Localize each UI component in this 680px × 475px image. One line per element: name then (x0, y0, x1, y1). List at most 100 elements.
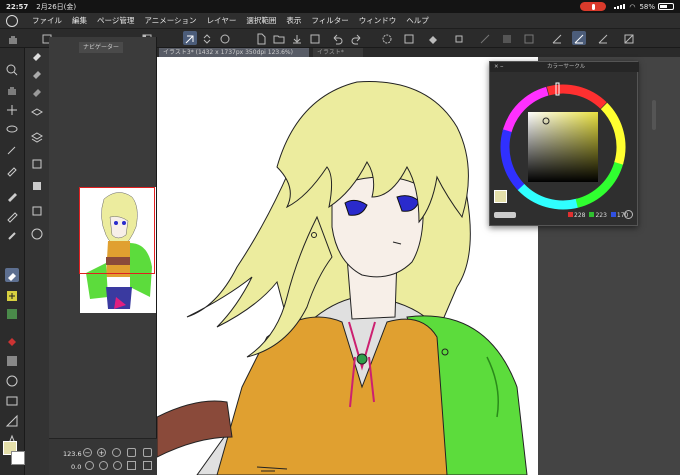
color-set-icon[interactable] (218, 31, 232, 45)
new-file-icon[interactable] (254, 31, 268, 45)
fill-bucket-icon[interactable] (5, 333, 19, 347)
snap-eraser-icon[interactable] (30, 178, 44, 192)
selection-clear-icon[interactable] (522, 31, 536, 45)
tab-document-active[interactable]: イラスト3* (1432 x 1737px 350dpi 123.6%) (159, 48, 309, 57)
menu-layer[interactable]: レイヤー (207, 15, 237, 26)
microphone-indicator (580, 2, 607, 11)
navigator-tab[interactable]: ナビゲーター (79, 42, 124, 53)
eraser-rough-icon[interactable] (30, 84, 44, 98)
reset-rotation-icon[interactable] (113, 461, 122, 470)
menu-filter[interactable]: フィルター (311, 15, 348, 26)
gradient-tool-icon[interactable] (5, 353, 19, 367)
transform-icon[interactable] (452, 31, 466, 45)
redo-icon[interactable] (350, 31, 364, 45)
invert-selection-icon[interactable] (500, 31, 514, 45)
app-logo-icon[interactable] (6, 14, 18, 27)
move-icon[interactable] (5, 102, 19, 116)
color-circle-panel: ✕ ⎯ カラーサークル 228 223 170 (489, 61, 639, 226)
navigator-controls: 123.6 − + 0.0 (49, 438, 157, 475)
pen-icon[interactable] (5, 188, 19, 202)
special-ruler-icon[interactable] (572, 31, 586, 45)
menu-animation[interactable]: アニメーション (144, 15, 196, 26)
panel-main-color[interactable] (494, 190, 507, 203)
sub-color-swatch[interactable] (11, 451, 25, 465)
signal-icon (614, 4, 626, 9)
open-folder-icon[interactable] (272, 31, 286, 45)
menu-page[interactable]: ページ管理 (97, 15, 134, 26)
fill-icon[interactable] (426, 31, 440, 45)
ios-status-bar: 22:57 2月26日(金) ◠ 58% (0, 0, 680, 13)
color-mode-icons[interactable] (494, 212, 516, 218)
panel-scrollbar[interactable] (652, 100, 656, 130)
magic-wand-icon[interactable] (5, 142, 19, 156)
red-value: 228 (574, 212, 586, 219)
panel-settings-icon[interactable] (624, 210, 633, 219)
menu-edit[interactable]: 編集 (72, 15, 87, 26)
menu-selection[interactable]: 選択範囲 (246, 15, 276, 26)
quick-access-icon[interactable] (183, 31, 197, 45)
undo-icon[interactable] (330, 31, 344, 45)
status-date: 2月26日(金) (36, 2, 77, 11)
chevron-updown-icon[interactable] (200, 31, 214, 45)
navigator-panel: ナビゲーター 123.6 − + 0.0 (49, 37, 157, 475)
navigator-view-frame[interactable] (79, 187, 155, 274)
hue-ring[interactable] (490, 72, 639, 222)
frame-icon[interactable] (5, 393, 19, 407)
eraser-hard-icon[interactable] (30, 48, 44, 62)
settings-icon[interactable] (622, 31, 636, 45)
flip-horizontal-icon[interactable] (127, 461, 136, 470)
fit-window-icon[interactable] (143, 448, 152, 457)
figure-tool-icon[interactable] (5, 288, 19, 302)
brush-icon[interactable] (5, 228, 19, 242)
ruler-snap-icon[interactable] (550, 31, 564, 45)
clear-layer-icon[interactable] (402, 31, 416, 45)
tool-palette (0, 48, 25, 475)
zoom-in-button[interactable]: + (97, 448, 106, 457)
layer-eraser-icon[interactable] (30, 106, 44, 120)
hand-icon[interactable] (6, 31, 20, 45)
zoom-out-button[interactable]: − (83, 448, 92, 457)
layer-icon[interactable] (30, 203, 44, 217)
menu-window[interactable]: ウィンドウ (359, 15, 397, 26)
flip-vertical-icon[interactable] (143, 461, 152, 470)
add-icon[interactable] (30, 226, 44, 240)
battery-percent: 58% (639, 2, 655, 11)
lasso-icon[interactable] (5, 122, 19, 136)
character-illustration (157, 81, 528, 475)
circle-shape-icon[interactable] (5, 373, 19, 387)
status-time: 22:57 (6, 2, 29, 11)
color-panel-titlebar: ✕ ⎯ カラーサークル (490, 62, 639, 72)
wifi-icon: ◠ (629, 2, 636, 11)
vector-eraser-icon[interactable] (30, 130, 44, 144)
eyedropper-icon[interactable] (5, 162, 19, 177)
deselect-icon[interactable] (478, 31, 492, 45)
fill-tool-icon[interactable] (30, 156, 44, 170)
fit-screen-icon[interactable] (112, 448, 121, 457)
tab-document-other[interactable]: イラスト* (313, 48, 363, 57)
export-icon[interactable] (308, 31, 322, 45)
gradient-icon[interactable] (5, 306, 19, 320)
battery-icon (658, 3, 674, 10)
menu-view[interactable]: 表示 (286, 15, 301, 26)
document-tabs: イラスト3* (1432 x 1737px 350dpi 123.6%) イラス… (157, 48, 680, 57)
rotate-left-icon[interactable] (85, 461, 94, 470)
rgb-values: 228 223 170 (568, 212, 628, 219)
save-icon[interactable] (290, 31, 304, 45)
ruler-icon[interactable] (5, 413, 19, 427)
eraser-icon[interactable] (5, 268, 19, 282)
zoom-icon[interactable] (5, 62, 19, 76)
rotate-right-icon[interactable] (99, 461, 108, 470)
loading-icon[interactable] (380, 31, 394, 45)
actual-size-icon[interactable] (127, 448, 136, 457)
close-icon[interactable]: ✕ ⎯ (494, 62, 503, 72)
green-value: 223 (595, 212, 607, 219)
zoom-value: 123.6 (63, 450, 82, 458)
canvas-paper[interactable] (157, 57, 538, 475)
menu-bar: ファイル 編集 ページ管理 アニメーション レイヤー 選択範囲 表示 フィルター… (0, 13, 680, 29)
menu-file[interactable]: ファイル (32, 15, 62, 26)
menu-help[interactable]: ヘルプ (406, 15, 429, 26)
grid-snap-icon[interactable] (596, 31, 610, 45)
eraser-soft-icon[interactable] (30, 66, 44, 80)
hand-tool-icon[interactable] (5, 82, 19, 96)
pencil-icon[interactable] (5, 208, 19, 223)
